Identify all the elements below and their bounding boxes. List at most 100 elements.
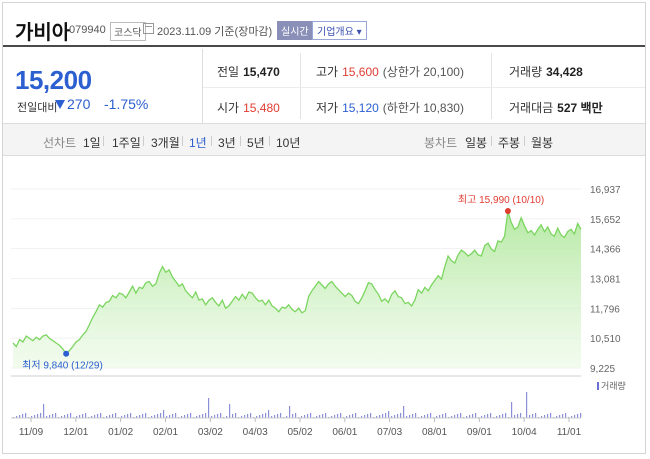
y-tick-label: 14,366 bbox=[590, 245, 621, 256]
x-tick-label: 01/02 bbox=[108, 427, 133, 438]
y-tick-label: 9,225 bbox=[590, 364, 615, 375]
period-10y[interactable]: 10년 bbox=[276, 134, 300, 151]
period-1y[interactable]: 1년 bbox=[189, 134, 207, 151]
x-tick-label: 05/02 bbox=[287, 427, 312, 438]
volume-bar bbox=[367, 414, 369, 418]
volume-bar bbox=[163, 410, 165, 418]
change-label: 전일대비 bbox=[17, 102, 58, 114]
volume-bar bbox=[229, 404, 231, 418]
x-tick-label: 09/01 bbox=[467, 427, 492, 438]
price-chart-svg: 16,937 15,652 14,366 13,081 11,796 10,510 9,22… bbox=[11, 185, 626, 438]
volume-bar bbox=[40, 413, 42, 418]
high-label: 최고 15,990 (10/10) bbox=[458, 194, 544, 206]
volume-bar bbox=[340, 413, 342, 418]
volume-bar bbox=[247, 414, 249, 418]
volume-bar bbox=[43, 404, 45, 418]
volume-bar bbox=[97, 414, 99, 418]
volume-bar bbox=[430, 413, 432, 418]
volume-bar bbox=[565, 413, 567, 418]
volume-bar bbox=[160, 413, 162, 418]
volume-bar bbox=[262, 414, 264, 418]
volume-bar bbox=[22, 414, 24, 418]
volume-bar bbox=[490, 413, 492, 418]
period-1w[interactable]: 1주일 bbox=[112, 134, 141, 151]
volume-bar bbox=[400, 413, 402, 418]
y-tick-label: 10,510 bbox=[590, 334, 621, 345]
period-1d[interactable]: 1일 bbox=[83, 134, 101, 151]
candle-weekly[interactable]: 주봉 bbox=[498, 134, 520, 151]
volume-bar bbox=[85, 413, 87, 418]
price-chart[interactable]: 16,937 15,652 14,366 13,081 11,796 10,510 9,22… bbox=[3, 156, 645, 454]
candle-daily[interactable]: 일봉 bbox=[465, 134, 487, 151]
volume-bar bbox=[127, 414, 129, 418]
y-tick-label: 13,081 bbox=[590, 275, 621, 286]
volume-bar bbox=[289, 406, 291, 418]
volume-bar bbox=[415, 413, 417, 418]
period-5y[interactable]: 5년 bbox=[247, 134, 265, 151]
calendar-icon bbox=[143, 23, 154, 34]
high-marker bbox=[504, 207, 511, 214]
volume-bar bbox=[337, 414, 339, 418]
volume-bar bbox=[100, 413, 102, 418]
volume-bar bbox=[145, 413, 147, 418]
volume: 거래량 34,428 bbox=[509, 65, 583, 79]
x-tick-label: 12/01 bbox=[63, 427, 88, 438]
volume-bar bbox=[205, 413, 207, 418]
candle-monthly[interactable]: 월봉 bbox=[531, 134, 553, 151]
volume-bar bbox=[115, 413, 117, 418]
period-3m[interactable]: 3개월 bbox=[151, 134, 180, 151]
volume-bar bbox=[187, 414, 189, 418]
price-panel: 15,200 전일대비 270 -1.75% bbox=[3, 49, 203, 123]
realtime-button[interactable]: 실시간 bbox=[277, 21, 313, 40]
volume-bar bbox=[322, 414, 324, 418]
volume-bar bbox=[520, 413, 522, 418]
volume-bar bbox=[550, 413, 552, 418]
quote-date: 2023.11.09 기준(장마감) bbox=[157, 26, 273, 38]
day-high: 고가 15,600 (상한가 20,100) bbox=[316, 65, 464, 79]
candle-chart-label: 봉차트 bbox=[424, 136, 458, 150]
y-tick-label: 11,796 bbox=[590, 304, 620, 315]
volume-bar bbox=[232, 414, 234, 418]
volume-bar bbox=[220, 413, 222, 418]
trade-amount: 거래대금 527 백만 bbox=[509, 101, 603, 115]
volume-bar bbox=[355, 413, 357, 418]
prev-close: 전일 15,470 bbox=[217, 65, 280, 79]
volume-bar bbox=[475, 413, 477, 418]
volume-label: 거래량 bbox=[601, 380, 626, 391]
volume-bar bbox=[70, 413, 72, 418]
change-value: 270 bbox=[67, 96, 91, 112]
x-tick-label: 03/02 bbox=[198, 427, 223, 438]
divider bbox=[300, 53, 301, 119]
volume-bar bbox=[487, 414, 489, 418]
day-low: 저가 15,120 (하한가 10,830) bbox=[316, 101, 464, 115]
volume-bar bbox=[310, 413, 312, 418]
volume-bar bbox=[517, 414, 519, 418]
volume-bar bbox=[37, 414, 39, 418]
volume-legend-icon bbox=[597, 382, 599, 390]
open-price: 시가 15,480 bbox=[217, 101, 280, 115]
volume-bar bbox=[427, 414, 429, 418]
volume-bar bbox=[502, 414, 504, 418]
volume-bar bbox=[277, 414, 279, 418]
volume-bar bbox=[55, 413, 57, 418]
divider bbox=[203, 87, 645, 88]
stock-name[interactable]: 가비아 bbox=[15, 16, 70, 45]
volume-bar bbox=[52, 414, 54, 418]
down-arrow-icon bbox=[55, 100, 65, 109]
volume-bar bbox=[202, 414, 204, 418]
volume-bar bbox=[535, 413, 537, 418]
period-3y[interactable]: 3년 bbox=[218, 134, 236, 151]
volume-bar bbox=[157, 414, 159, 418]
volume-bar bbox=[82, 414, 84, 418]
stock-widget: 가비아 079940 코스닥 2023.11.09 기준(장마감) 실시간 기업… bbox=[2, 2, 646, 454]
x-tick-label: 11/01 bbox=[557, 427, 582, 438]
corp-info-dropdown[interactable]: 기업개요 ▾ bbox=[312, 21, 367, 40]
volume-bar bbox=[280, 413, 282, 418]
volume-bar bbox=[67, 414, 69, 418]
y-tick-label: 15,652 bbox=[590, 215, 621, 226]
volume-bar bbox=[442, 414, 444, 418]
volume-bar bbox=[445, 413, 447, 418]
volume-bar bbox=[292, 414, 294, 418]
volume-bar bbox=[547, 414, 549, 418]
volume-bar bbox=[142, 414, 144, 418]
